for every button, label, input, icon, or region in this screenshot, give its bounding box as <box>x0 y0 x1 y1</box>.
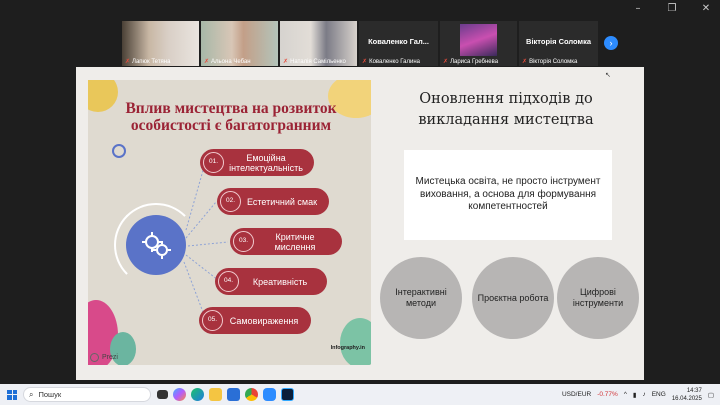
close-button[interactable]: ✕ <box>700 3 712 15</box>
participant-tile[interactable]: ✗ Лапюк Тетяна <box>122 21 200 66</box>
mouse-cursor-icon: ↖ <box>605 72 611 79</box>
item-label: Емоційна інтелектуальність <box>229 152 303 173</box>
currency-change: -0.77% <box>597 391 618 398</box>
item-label: Естетичний смак <box>246 196 318 207</box>
taskbar: ⌕ Пошук USD/EUR -0.77% ^ ▮ ♪ ENG 14:37 1… <box>0 384 720 405</box>
zoom-icon[interactable] <box>263 388 276 401</box>
currency-label: USD/EUR <box>561 391 592 398</box>
infographic-item: 02. Естетичний смак <box>217 188 329 215</box>
infographic-item: 03. Критичне мислення <box>230 228 342 255</box>
topic-circle: Цифрові інструменти <box>557 257 639 339</box>
participant-name: ✗ Наталія Самільенко <box>283 58 346 66</box>
volume-icon[interactable]: ♪ <box>642 391 645 398</box>
chrome-icon[interactable] <box>245 388 258 401</box>
infographic-item: 05. Самовираження <box>199 307 311 334</box>
network-icon[interactable]: ▮ <box>633 391 637 399</box>
participant-name: ✗ Коваленко Галина <box>362 58 420 66</box>
window-controls: – ❐ ✕ <box>632 3 712 15</box>
brand-label: Infography.in <box>330 345 365 351</box>
photoshop-icon[interactable] <box>281 388 294 401</box>
item-label: Креативність <box>252 276 308 287</box>
infographic-item: 04. Креативність <box>215 268 327 295</box>
clock[interactable]: 14:37 16.04.2025 <box>672 387 702 403</box>
mic-muted-icon: ✗ <box>443 59 449 65</box>
edge-icon[interactable] <box>191 388 204 401</box>
clock-date: 16.04.2025 <box>671 395 702 402</box>
hub-gears-icon <box>126 215 186 275</box>
search-box[interactable]: ⌕ Пошук <box>23 387 151 402</box>
participant-tile[interactable]: Вікторія Соломка ✗ Вікторія Соломка <box>519 21 599 66</box>
participant-display-name: Коваленко Гал... <box>368 37 429 46</box>
notifications-icon[interactable]: ▢ <box>708 391 714 399</box>
topic-circle: Інтерактивні методи <box>380 257 462 339</box>
item-label: Критичне мислення <box>274 231 316 252</box>
clock-time: 14:37 <box>686 387 702 394</box>
mic-muted-icon: ✗ <box>125 59 131 65</box>
task-view-icon[interactable] <box>157 390 168 399</box>
tray-chevron-icon[interactable]: ^ <box>624 391 627 398</box>
next-page-button[interactable]: › <box>604 36 618 50</box>
participant-name: ✗ Лапюк Тетяна <box>125 58 171 66</box>
store-icon[interactable] <box>227 388 240 401</box>
item-number: 05. <box>202 310 223 331</box>
participant-avatar <box>460 24 498 56</box>
infographic-item: 01. Емоційна інтелектуальність <box>200 149 314 176</box>
mic-muted-icon: ✗ <box>362 59 368 65</box>
participant-tile[interactable]: ✗ Лариса Гребнева <box>440 21 518 66</box>
slide-title: Оновлення підходів до викладання мистецт… <box>418 91 594 128</box>
mic-muted-icon: ✗ <box>522 59 528 65</box>
participant-strip: ✗ Лапюк Тетяна ✗ Альона Чебан ✗ Наталія Сам… <box>122 21 599 66</box>
participant-tile[interactable]: Коваленко Гал... ✗ Коваленко Галина <box>359 21 439 66</box>
restore-button[interactable]: ❐ <box>666 3 678 15</box>
windows-start-icon[interactable] <box>7 389 17 400</box>
item-number: 02. <box>220 191 241 212</box>
search-icon: ⌕ <box>29 389 34 399</box>
item-number: 04. <box>218 271 239 292</box>
participant-name: ✗ Вікторія Соломка <box>522 58 578 66</box>
item-number: 03. <box>233 231 254 252</box>
file-explorer-icon[interactable] <box>209 388 222 401</box>
quote-text: Мистецька освіта, не просто інструмент в… <box>415 176 601 213</box>
topic-circle: Проєктна робота <box>472 257 554 339</box>
quote-box: Мистецька освіта, не просто інструмент в… <box>404 150 612 240</box>
prezi-badge[interactable]: Prezi <box>90 353 118 362</box>
slide-infographic: Вплив мистецтва на розвиток особистості … <box>88 80 371 365</box>
system-tray: USD/EUR -0.77% ^ ▮ ♪ ENG 14:37 16.04.202… <box>562 384 714 405</box>
participant-name: ✗ Лариса Гребнева <box>443 58 499 66</box>
participant-name: ✗ Альона Чебан <box>204 58 251 66</box>
search-placeholder: Пошук <box>38 390 62 399</box>
shared-screen: Вплив мистецтва на розвиток особистості … <box>76 67 644 380</box>
minimize-button[interactable]: – <box>632 3 644 15</box>
mic-muted-icon: ✗ <box>204 59 210 65</box>
gears-icon <box>142 232 171 259</box>
participant-tile[interactable]: ✗ Наталія Самільенко <box>280 21 358 66</box>
item-label: Самовираження <box>229 315 299 326</box>
participant-tile-active[interactable]: ✗ Альона Чебан <box>201 21 279 66</box>
prezi-icon <box>90 353 99 362</box>
participant-display-name: Вікторія Соломка <box>526 37 592 46</box>
mic-muted-icon: ✗ <box>283 59 289 65</box>
taskbar-apps <box>157 388 294 401</box>
copilot-icon[interactable] <box>173 388 186 401</box>
item-number: 01. <box>203 152 224 173</box>
language-indicator[interactable]: ENG <box>652 391 666 398</box>
